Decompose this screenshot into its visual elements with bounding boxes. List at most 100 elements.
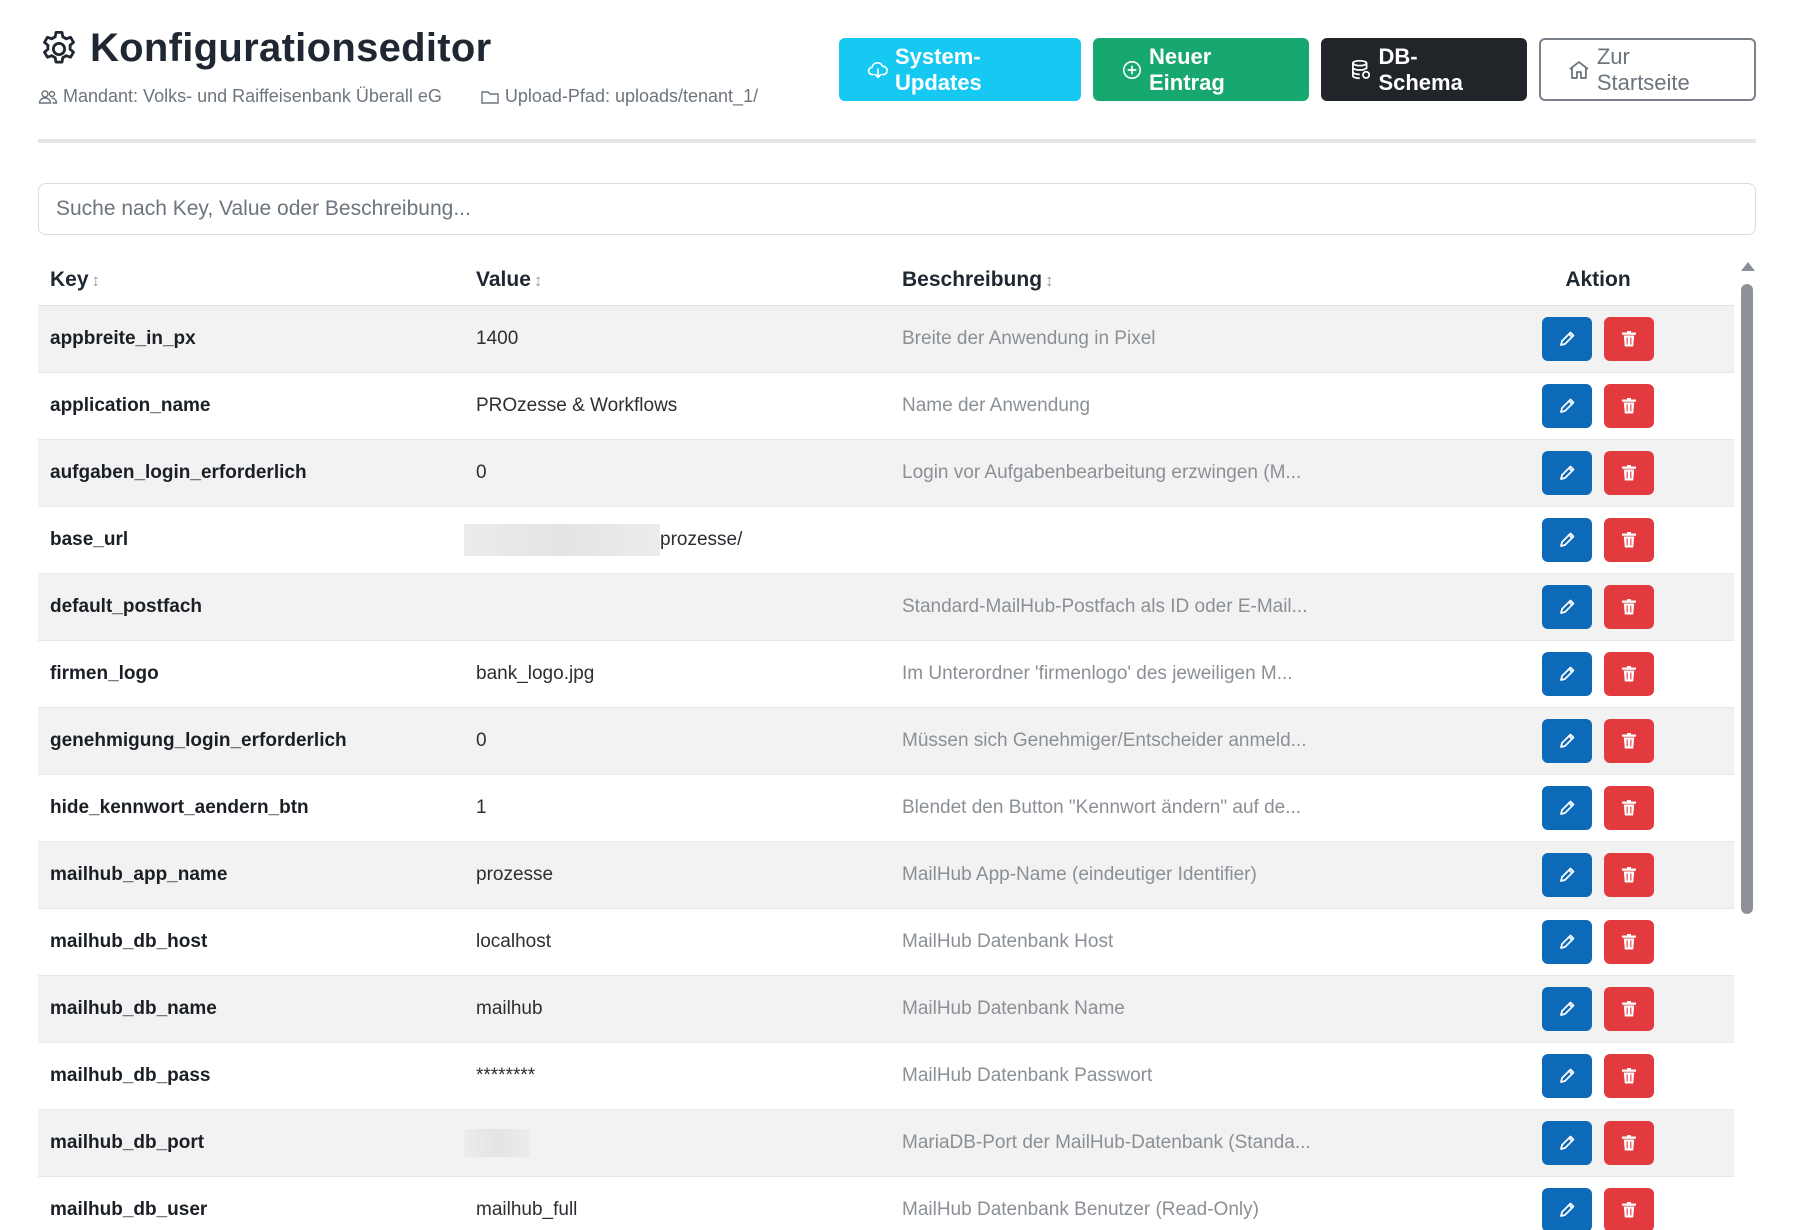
delete-button[interactable]	[1604, 718, 1654, 763]
key-cell: default_postfach	[38, 573, 464, 641]
column-header-key-label: Key	[50, 267, 89, 291]
home-button[interactable]: Zur Startseite	[1539, 38, 1756, 101]
value-cell: prozesse	[464, 841, 890, 909]
action-buttons	[1542, 651, 1654, 696]
delete-button[interactable]	[1604, 1187, 1654, 1230]
edit-button[interactable]	[1542, 718, 1592, 763]
delete-button[interactable]	[1604, 584, 1654, 629]
delete-button[interactable]	[1604, 450, 1654, 495]
table-row: aufgaben_login_erforderlich 0 Login vor Au…	[38, 439, 1734, 507]
value-cell: 1	[464, 774, 890, 842]
action-buttons	[1542, 986, 1654, 1031]
edit-button[interactable]	[1542, 651, 1592, 696]
scrollbar[interactable]	[1738, 262, 1755, 1230]
table-row: mailhub_db_host localhost MailHub Datenban…	[38, 908, 1734, 976]
table-row: default_postfach Standard-MailHub-Postfac…	[38, 573, 1734, 641]
database-icon	[1352, 59, 1371, 79]
edit-button[interactable]	[1542, 517, 1592, 562]
pencil-icon	[1557, 731, 1577, 751]
edit-button[interactable]	[1542, 1053, 1592, 1098]
delete-button[interactable]	[1604, 852, 1654, 897]
action-cell	[1462, 1109, 1734, 1177]
trash-icon	[1619, 798, 1639, 818]
delete-button[interactable]	[1604, 1120, 1654, 1165]
value-cell: 1400	[464, 305, 890, 373]
db-schema-label: DB-Schema	[1378, 43, 1463, 95]
pencil-icon	[1557, 664, 1577, 684]
table-row: mailhub_db_port MariaDB-Port der MailHub-…	[38, 1109, 1734, 1177]
upload-label: Upload-Pfad: uploads/tenant_1/	[504, 86, 759, 106]
key-cell: mailhub_db_user	[38, 1176, 464, 1230]
action-cell	[1462, 707, 1734, 775]
edit-button[interactable]	[1542, 383, 1592, 428]
pencil-icon	[1557, 798, 1577, 818]
system-updates-button[interactable]: System-Updates	[839, 38, 1081, 101]
new-entry-button[interactable]: Neuer Eintrag	[1093, 38, 1309, 101]
description-cell: MariaDB-Port der MailHub-Datenbank (Stan…	[890, 1109, 1462, 1177]
pencil-icon	[1557, 932, 1577, 952]
delete-button[interactable]	[1604, 383, 1654, 428]
description-cell: MailHub Datenbank Passwort	[890, 1042, 1462, 1110]
title-row: Konfigurationseditor	[38, 26, 492, 71]
edit-button[interactable]	[1542, 785, 1592, 830]
cloud-download-icon	[867, 61, 888, 79]
delete-button[interactable]	[1604, 1053, 1654, 1098]
table-row: firmen_logo bank_logo.jpg Im Unterordner '…	[38, 640, 1734, 708]
delete-button[interactable]	[1604, 316, 1654, 361]
action-cell	[1462, 305, 1734, 373]
description-cell: Breite der Anwendung in Pixel	[890, 305, 1462, 373]
scroll-thumb[interactable]	[1741, 284, 1753, 914]
edit-button[interactable]	[1542, 1187, 1592, 1230]
action-buttons	[1542, 1187, 1654, 1230]
edit-button[interactable]	[1542, 852, 1592, 897]
table-row: mailhub_app_name prozesse MailHub App-Name…	[38, 841, 1734, 909]
page-header: Konfigurationseditor Mandant: Volks- und…	[38, 26, 1756, 141]
db-schema-button[interactable]: DB-Schema	[1321, 38, 1527, 101]
trash-icon	[1619, 865, 1639, 885]
description-cell: Im Unterordner 'firmenlogo' des jeweilig…	[890, 640, 1462, 708]
folder-icon	[481, 90, 499, 104]
trash-icon	[1619, 463, 1639, 483]
pencil-icon	[1557, 530, 1577, 550]
trash-icon	[1619, 999, 1639, 1019]
column-header-description-label: Beschreibung	[902, 267, 1043, 291]
action-buttons	[1542, 517, 1654, 562]
key-cell: base_url	[38, 506, 464, 574]
edit-button[interactable]	[1542, 316, 1592, 361]
action-buttons	[1542, 1120, 1654, 1165]
delete-button[interactable]	[1604, 986, 1654, 1031]
column-header-value[interactable]: Value ↕	[464, 255, 890, 306]
table-row: application_name PROzesse & Workflows Name…	[38, 372, 1734, 440]
page-title: Konfigurationseditor	[90, 26, 492, 70]
description-cell	[890, 506, 1462, 574]
edit-button[interactable]	[1542, 986, 1592, 1031]
delete-button[interactable]	[1604, 785, 1654, 830]
value-cell: prozesse/	[464, 506, 890, 574]
key-cell: mailhub_db_pass	[38, 1042, 464, 1110]
system-updates-label: System-Updates	[895, 43, 982, 95]
scroll-up-arrow[interactable]	[1741, 262, 1755, 271]
column-header-key[interactable]: Key ↕	[38, 255, 464, 306]
trash-icon	[1619, 731, 1639, 751]
edit-button[interactable]	[1542, 584, 1592, 629]
table-body: appbreite_in_px 1400 Breite der Anwendung …	[38, 305, 1734, 1230]
delete-button[interactable]	[1604, 517, 1654, 562]
trash-icon	[1619, 1066, 1639, 1086]
description-cell: MailHub App-Name (eindeutiger Identifier…	[890, 841, 1462, 909]
key-cell: mailhub_db_port	[38, 1109, 464, 1177]
action-cell	[1462, 439, 1734, 507]
action-cell	[1462, 573, 1734, 641]
search-input[interactable]	[38, 183, 1756, 235]
delete-button[interactable]	[1604, 919, 1654, 964]
value-text: prozesse/	[660, 528, 743, 550]
description-cell: Blendet den Button "Kennwort ändern" auf…	[890, 774, 1462, 842]
edit-button[interactable]	[1542, 1120, 1592, 1165]
edit-button[interactable]	[1542, 919, 1592, 964]
edit-button[interactable]	[1542, 450, 1592, 495]
value-cell: bank_logo.jpg	[464, 640, 890, 708]
config-table: Key ↕ Value ↕ Beschreibung ↕ Aktion appbrei…	[38, 255, 1734, 1230]
sort-icon: ↕	[533, 270, 543, 290]
delete-button[interactable]	[1604, 651, 1654, 696]
column-header-description[interactable]: Beschreibung ↕	[890, 255, 1462, 306]
config-table-container: Key ↕ Value ↕ Beschreibung ↕ Aktion appbrei…	[38, 255, 1734, 1230]
